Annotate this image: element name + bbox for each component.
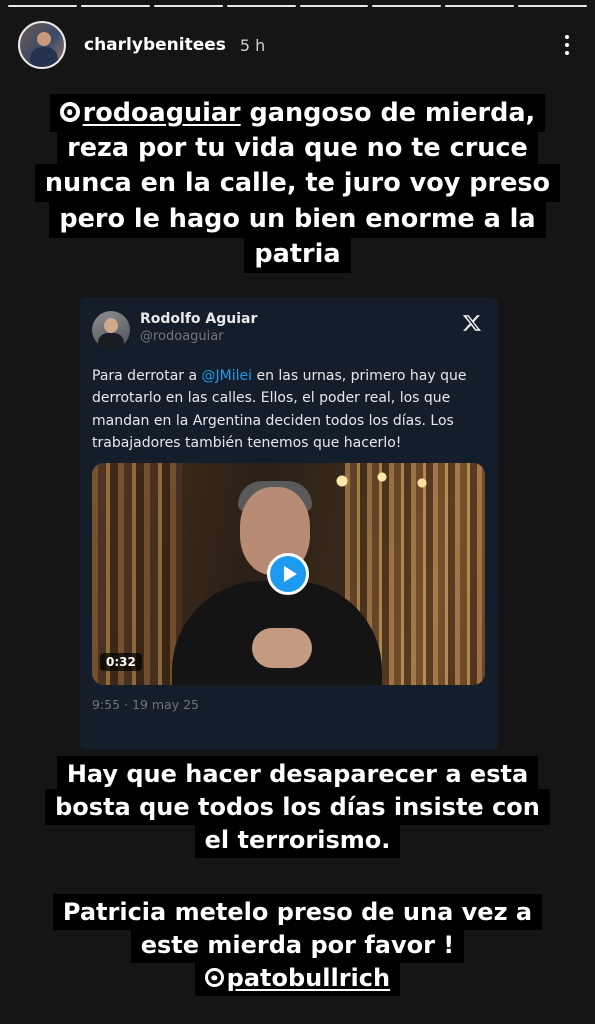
tweet-header: Rodolfo Aguiar @rodoaguiar: [92, 311, 486, 349]
caption-middle: Hay que hacer desaparecer a esta bosta q…: [0, 756, 595, 859]
tweet-timestamp[interactable]: 9:55 · 19 may 25: [92, 697, 486, 712]
avatar[interactable]: [18, 21, 66, 69]
tweet-author-name[interactable]: Rodolfo Aguiar: [140, 311, 257, 327]
avatar-head-shape: [37, 32, 51, 46]
caption-middle-line: Hay que hacer desaparecer a esta: [56, 756, 539, 792]
progress-segment: [372, 5, 442, 7]
video-duration: 0:32: [100, 652, 142, 671]
caption-top: rodoaguiar gangoso de mierda, reza por t…: [0, 94, 595, 273]
post-time: 5 h: [239, 35, 266, 55]
progress-segment: [153, 5, 223, 7]
caption-top-line: pero le hago un bien enorme a la: [49, 199, 546, 238]
caption-top-line: nunca en la calle, te juro voy preso: [34, 164, 561, 203]
progress-segment: [80, 5, 150, 7]
caption-bottom-line: Patricia metelo preso de una vez a: [52, 894, 543, 930]
caption-bottom-line: patobullrich: [194, 960, 401, 997]
play-icon[interactable]: [267, 552, 309, 595]
progress-segment: [226, 5, 296, 7]
progress-segment: [299, 5, 369, 7]
caption-bottom: Patricia metelo preso de una vez a este …: [0, 894, 595, 997]
tweet-author-handle[interactable]: @rodoaguiar: [140, 329, 257, 344]
tweet-card[interactable]: Rodolfo Aguiar @rodoaguiar Para derrotar…: [80, 297, 498, 750]
story-header: charlybenitees 5 h: [18, 20, 577, 70]
progress-segment: [445, 5, 515, 7]
caption-bottom-line: este mierda por favor !: [130, 927, 465, 964]
caption-middle-line: bosta que todos los días insiste con: [45, 789, 550, 826]
caption-top-line: patria: [244, 234, 351, 273]
caption-middle-line: el terrorismo.: [194, 822, 401, 859]
caption-top-line: rodoaguiar gangoso de mierda,: [49, 94, 546, 132]
username[interactable]: charlybenitees: [84, 35, 226, 55]
progress-segment: [8, 5, 77, 7]
mention-rodoaguiar[interactable]: rodoaguiar: [83, 98, 241, 128]
tweet-mention-jmilei[interactable]: @JMilei: [202, 368, 253, 384]
mention-at-icon: [59, 102, 80, 123]
tweet-text: Para derrotar a @JMilei en las urnas, pr…: [92, 368, 467, 452]
story-progress-bar: [8, 5, 587, 7]
x-logo-icon[interactable]: [462, 313, 482, 333]
tweet-video[interactable]: 0:32: [92, 462, 485, 685]
progress-segment: [518, 5, 587, 7]
tweet-author: Rodolfo Aguiar @rodoaguiar: [140, 311, 257, 344]
more-options-icon[interactable]: [557, 30, 577, 60]
mention-patobullrich[interactable]: patobullrich: [227, 964, 390, 992]
avatar-torso-shape: [30, 47, 58, 67]
caption-top-line: reza por tu vida que no te cruce: [57, 129, 538, 168]
tweet-avatar[interactable]: [92, 311, 130, 349]
mention-at-icon: [204, 968, 224, 988]
